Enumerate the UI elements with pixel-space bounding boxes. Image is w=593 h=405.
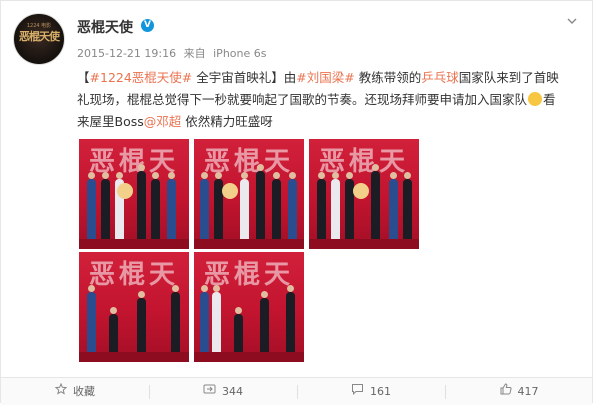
photo-banner-text: 恶棍天 xyxy=(318,147,409,177)
photo-banner-text: 恶棍天 xyxy=(203,147,294,177)
emoji-icon xyxy=(528,92,543,106)
avatar-logo-text: 恶棍天使 xyxy=(19,30,60,43)
like-button[interactable]: 417 xyxy=(445,378,593,405)
avatar[interactable]: 1224 电影 恶棍天使 xyxy=(13,13,65,65)
comment-button[interactable]: 161 xyxy=(297,378,445,405)
post-text: 【#1224恶棍天使# 全宇宙首映礼】由#刘国梁# 教练带领的乒乓球国家队来到了… xyxy=(77,67,567,133)
photo-thumbnail-4[interactable]: 恶棍天 xyxy=(79,252,189,362)
post-meta: 2015-12-21 19:16 来自 iPhone 6s xyxy=(77,45,270,61)
repost-icon xyxy=(203,378,216,405)
topic-link-1224[interactable]: #1224恶棍天使# xyxy=(90,70,193,85)
photo-banner-text: 恶棍天 xyxy=(88,260,179,290)
weibo-post-card: 1224 电影 恶棍天使 恶棍天使 V 2015-12-21 19:16 来自 … xyxy=(0,0,593,405)
star-icon xyxy=(54,378,68,405)
mention-link-dengchao[interactable]: @邓超 xyxy=(144,114,182,129)
photo-thumbnail-3[interactable]: 恶棍天 xyxy=(309,139,419,249)
photo-thumbnail-2[interactable]: 恶棍天 xyxy=(194,139,304,249)
action-bar: 收藏 344 161 417 xyxy=(1,377,592,405)
comment-icon xyxy=(351,378,364,405)
photo-banner-text: 恶棍天 xyxy=(88,147,179,177)
favorite-label: 收藏 xyxy=(73,385,95,398)
photo-banner-text: 恶棍天 xyxy=(203,260,294,290)
topic-link-liuguoliang[interactable]: #刘国梁# xyxy=(296,70,354,85)
timestamp[interactable]: 2015-12-21 19:16 xyxy=(77,47,176,60)
post-text-part2: 教练带领的 xyxy=(354,70,422,85)
photo-thumbnail-5[interactable]: 恶棍天 xyxy=(194,252,304,362)
comment-count: 161 xyxy=(370,385,391,398)
username[interactable]: 恶棍天使 xyxy=(77,17,133,37)
like-count: 417 xyxy=(517,385,539,398)
repost-count: 344 xyxy=(222,385,243,398)
photo-thumbnail-1[interactable]: 恶棍天 xyxy=(79,139,189,249)
favorite-button[interactable]: 收藏 xyxy=(1,378,149,405)
post-text-part1: 全宇宙首映礼】由 xyxy=(192,70,297,85)
verified-icon: V xyxy=(141,19,154,32)
source-prefix: 来自 xyxy=(183,47,206,60)
bracket-open: 【 xyxy=(77,70,90,85)
keyword-link-pingpong[interactable]: 乒乓球 xyxy=(421,70,459,85)
chevron-down-icon[interactable] xyxy=(565,15,579,29)
repost-button[interactable]: 344 xyxy=(149,378,297,405)
source-link[interactable]: iPhone 6s xyxy=(213,47,266,60)
thumbs-up-icon xyxy=(500,378,512,405)
post-text-part5: 依然精力旺盛呀 xyxy=(181,114,273,129)
